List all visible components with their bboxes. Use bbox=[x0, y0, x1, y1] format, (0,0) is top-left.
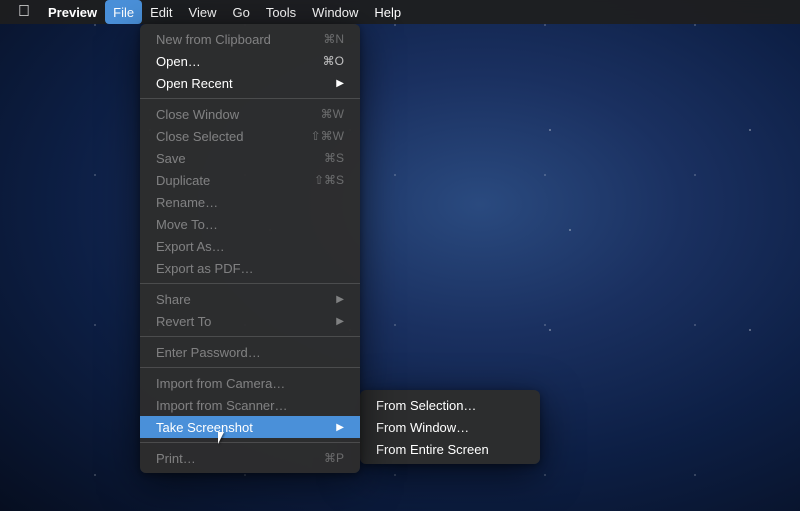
rename-label: Rename… bbox=[156, 195, 344, 210]
separator-5 bbox=[140, 442, 360, 443]
save-item[interactable]: Save ⌘S bbox=[140, 147, 360, 169]
take-screenshot-submenu: From Selection… From Window… From Entire… bbox=[360, 390, 540, 464]
duplicate-item[interactable]: Duplicate ⇧⌘S bbox=[140, 169, 360, 191]
print-label: Print… bbox=[156, 451, 324, 466]
separator-1 bbox=[140, 98, 360, 99]
share-label: Share bbox=[156, 292, 336, 307]
share-arrow: ▶ bbox=[336, 294, 344, 305]
tools-menu-item[interactable]: Tools bbox=[258, 0, 304, 24]
save-shortcut: ⌘S bbox=[324, 151, 344, 165]
rename-item[interactable]: Rename… bbox=[140, 191, 360, 213]
help-menu-item[interactable]: Help bbox=[366, 0, 409, 24]
go-menu-item[interactable]: Go bbox=[224, 0, 257, 24]
new-from-clipboard-shortcut: ⌘N bbox=[323, 32, 344, 46]
new-from-clipboard-label: New from Clipboard bbox=[156, 32, 323, 47]
import-from-camera-item[interactable]: Import from Camera… bbox=[140, 372, 360, 394]
export-as-item[interactable]: Export As… bbox=[140, 235, 360, 257]
close-selected-item[interactable]: Close Selected ⇧⌘W bbox=[140, 125, 360, 147]
window-menu-item[interactable]: Window bbox=[304, 0, 366, 24]
from-entire-screen-item[interactable]: From Entire Screen bbox=[360, 438, 540, 460]
import-from-camera-label: Import from Camera… bbox=[156, 376, 344, 391]
print-item[interactable]: Print… ⌘P bbox=[140, 447, 360, 469]
move-to-item[interactable]: Move To… bbox=[140, 213, 360, 235]
close-selected-shortcut: ⇧⌘W bbox=[311, 129, 344, 143]
apple-menu[interactable]:  bbox=[8, 0, 40, 24]
take-screenshot-label: Take Screenshot bbox=[156, 420, 336, 435]
menu-bar:  Preview File Edit View Go Tools Window… bbox=[0, 0, 800, 24]
from-selection-item[interactable]: From Selection… bbox=[360, 394, 540, 416]
from-selection-label: From Selection… bbox=[376, 398, 524, 413]
revert-to-arrow: ▶ bbox=[336, 316, 344, 327]
app-name[interactable]: Preview bbox=[40, 0, 105, 24]
open-item[interactable]: Open… ⌘O bbox=[140, 50, 360, 72]
open-recent-item[interactable]: Open Recent ▶ bbox=[140, 72, 360, 94]
duplicate-label: Duplicate bbox=[156, 173, 314, 188]
save-label: Save bbox=[156, 151, 324, 166]
from-window-item[interactable]: From Window… bbox=[360, 416, 540, 438]
export-as-label: Export As… bbox=[156, 239, 344, 254]
enter-password-item[interactable]: Enter Password… bbox=[140, 341, 360, 363]
separator-3 bbox=[140, 336, 360, 337]
revert-to-item[interactable]: Revert To ▶ bbox=[140, 310, 360, 332]
duplicate-shortcut: ⇧⌘S bbox=[314, 173, 344, 187]
from-window-label: From Window… bbox=[376, 420, 524, 435]
view-menu-item[interactable]: View bbox=[181, 0, 225, 24]
move-to-label: Move To… bbox=[156, 217, 344, 232]
import-from-scanner-item[interactable]: Import from Scanner… bbox=[140, 394, 360, 416]
edit-menu-item[interactable]: Edit bbox=[142, 0, 180, 24]
open-label: Open… bbox=[156, 54, 323, 69]
separator-4 bbox=[140, 367, 360, 368]
file-menu-item[interactable]: File bbox=[105, 0, 142, 24]
export-as-pdf-item[interactable]: Export as PDF… bbox=[140, 257, 360, 279]
open-recent-arrow: ▶ bbox=[336, 78, 344, 89]
separator-2 bbox=[140, 283, 360, 284]
close-selected-label: Close Selected bbox=[156, 129, 311, 144]
take-screenshot-arrow: ▶ bbox=[336, 422, 344, 433]
from-entire-screen-label: From Entire Screen bbox=[376, 442, 524, 457]
enter-password-label: Enter Password… bbox=[156, 345, 344, 360]
close-window-label: Close Window bbox=[156, 107, 321, 122]
share-item[interactable]: Share ▶ bbox=[140, 288, 360, 310]
print-shortcut: ⌘P bbox=[324, 451, 344, 465]
revert-to-label: Revert To bbox=[156, 314, 336, 329]
new-from-clipboard-item[interactable]: New from Clipboard ⌘N bbox=[140, 28, 360, 50]
close-window-shortcut: ⌘W bbox=[321, 107, 344, 121]
open-recent-label: Open Recent bbox=[156, 76, 336, 91]
export-as-pdf-label: Export as PDF… bbox=[156, 261, 344, 276]
file-dropdown-menu: New from Clipboard ⌘N Open… ⌘O Open Rece… bbox=[140, 24, 360, 473]
import-from-scanner-label: Import from Scanner… bbox=[156, 398, 344, 413]
open-shortcut: ⌘O bbox=[323, 54, 344, 68]
take-screenshot-item[interactable]: Take Screenshot ▶ bbox=[140, 416, 360, 438]
close-window-item[interactable]: Close Window ⌘W bbox=[140, 103, 360, 125]
